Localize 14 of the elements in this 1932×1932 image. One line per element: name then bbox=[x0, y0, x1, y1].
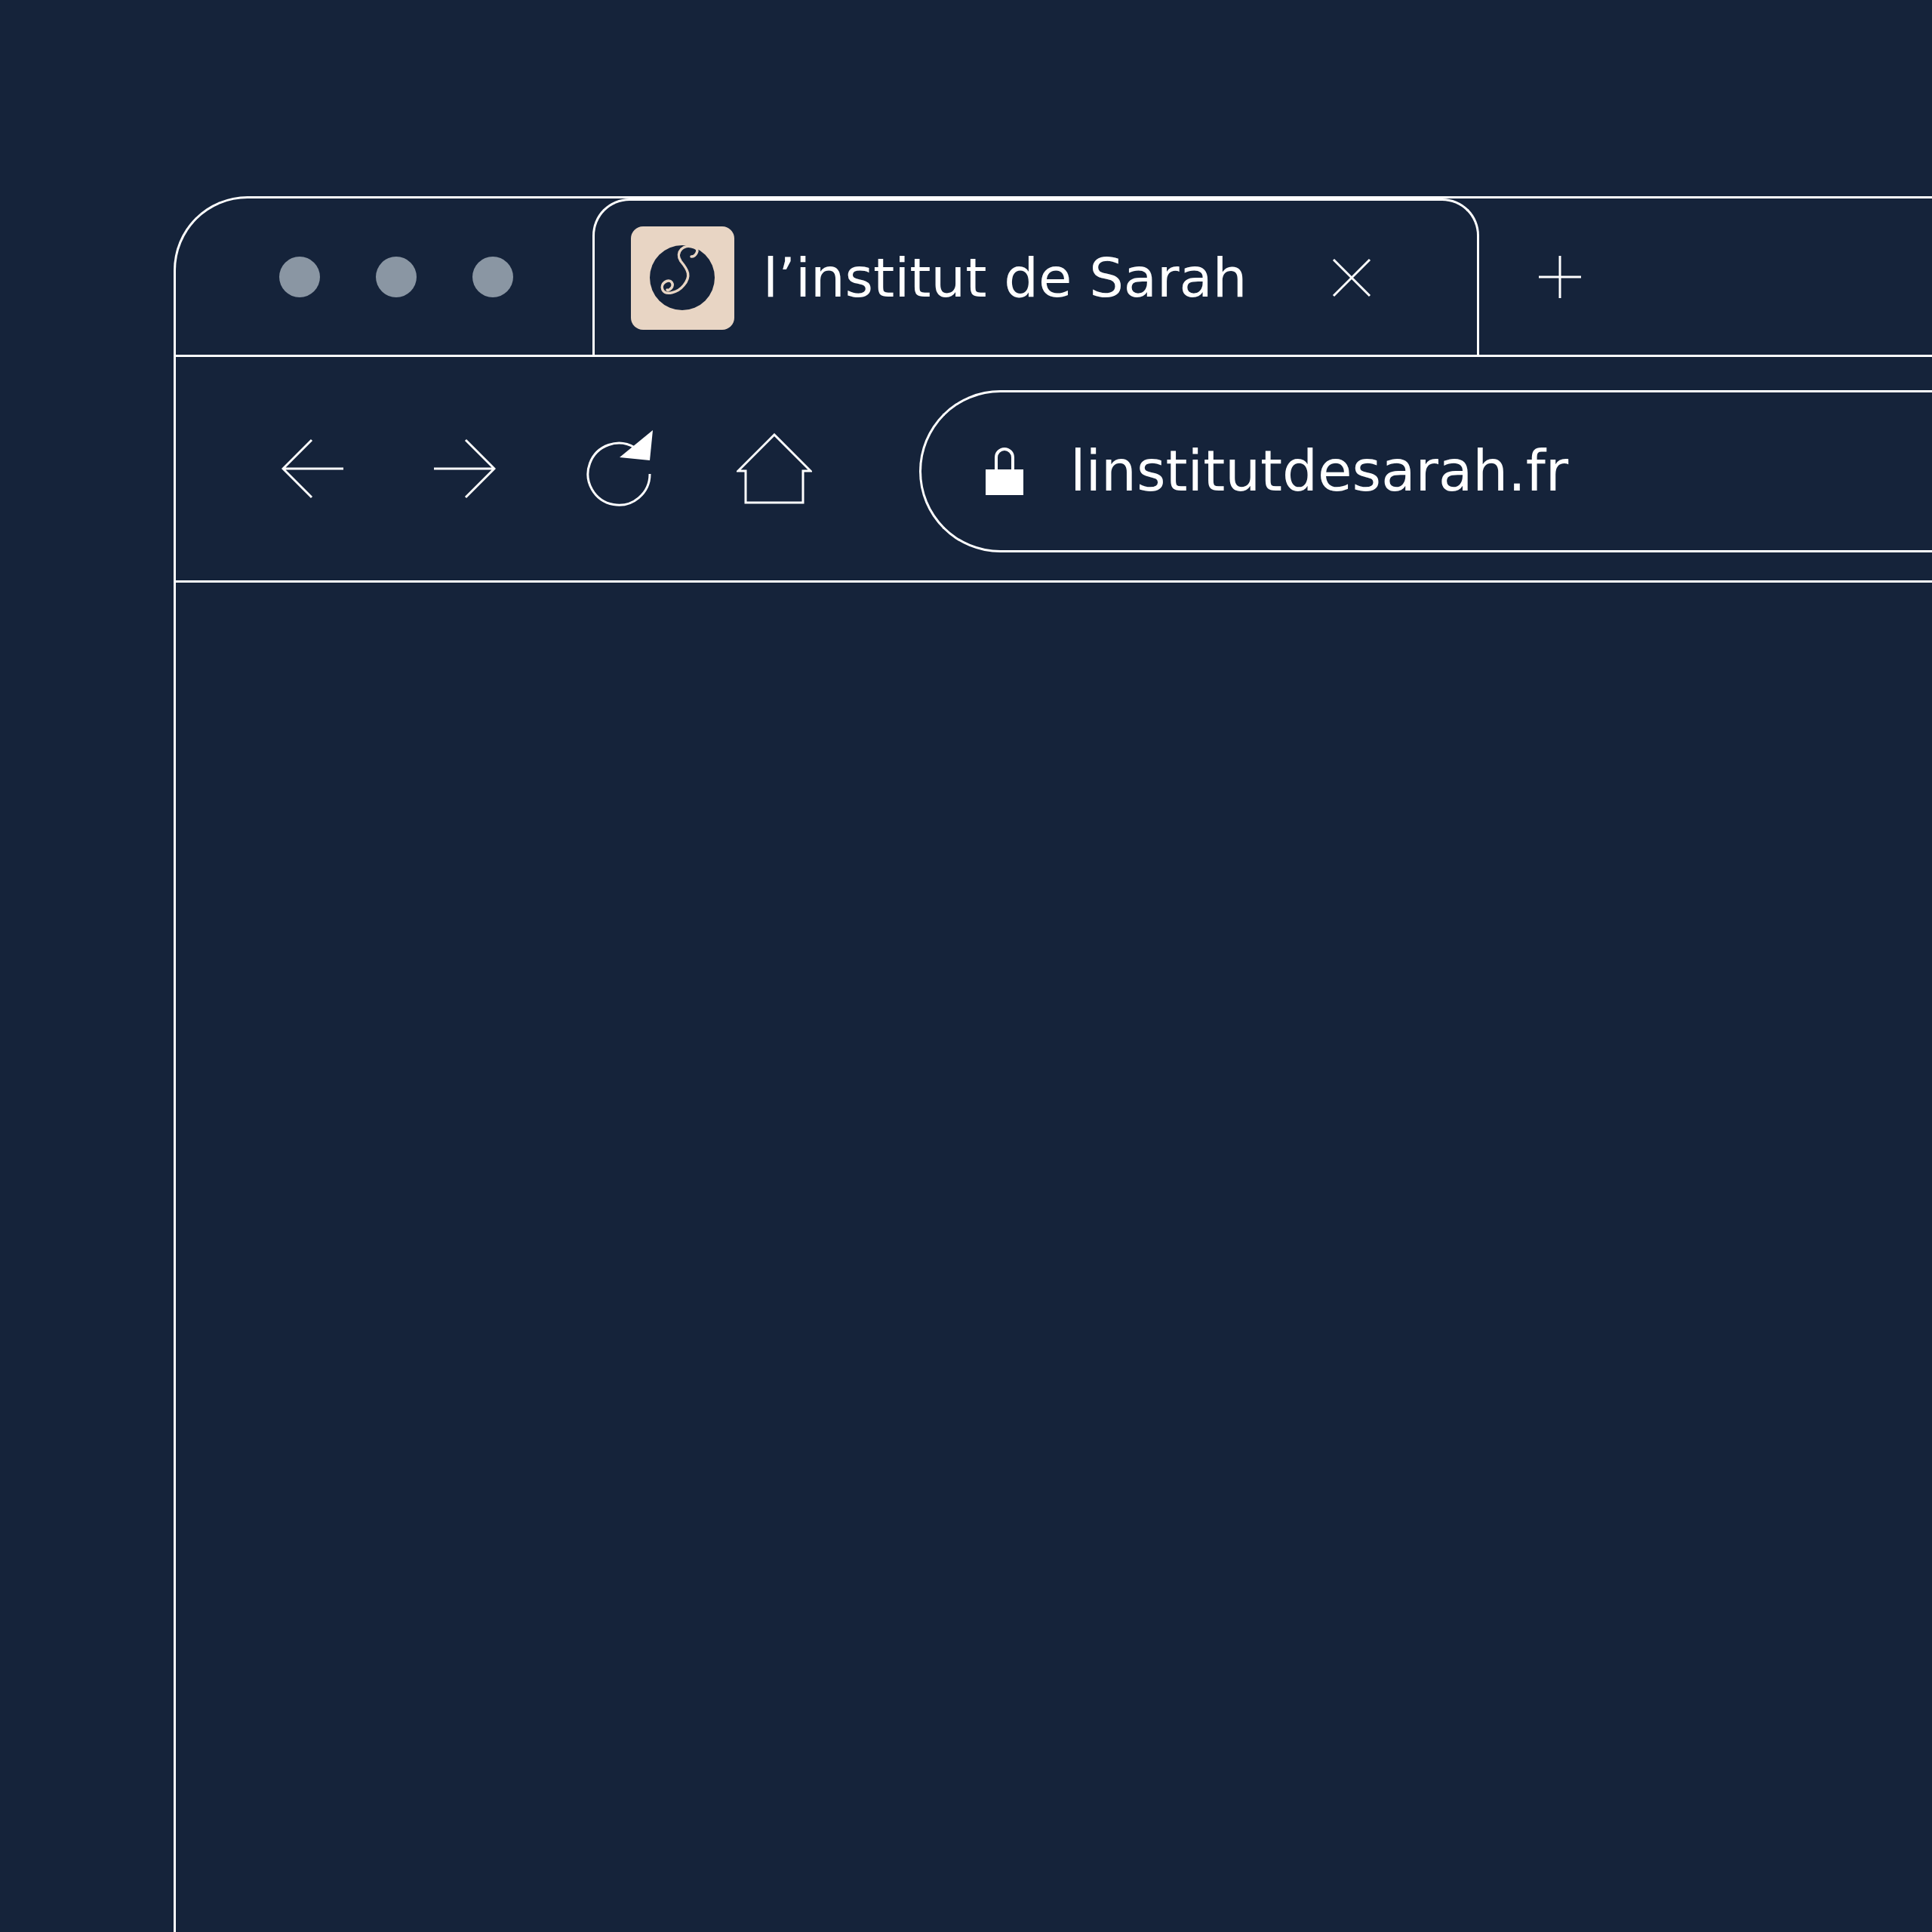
browser-tab[interactable]: l’institut de Sarah bbox=[592, 198, 1479, 355]
forward-arrow-icon[interactable] bbox=[434, 438, 496, 499]
url-text: linstitutdesarah.fr bbox=[1070, 438, 1569, 503]
new-tab-icon[interactable] bbox=[1539, 255, 1581, 298]
home-icon[interactable] bbox=[737, 433, 812, 504]
window-control-dot[interactable] bbox=[376, 256, 417, 297]
close-icon[interactable] bbox=[1332, 258, 1371, 297]
tab-title: l’institut de Sarah bbox=[763, 246, 1248, 309]
window-control-dot[interactable] bbox=[472, 256, 513, 297]
window-control-dot[interactable] bbox=[279, 256, 320, 297]
logo-icon bbox=[631, 226, 734, 330]
reload-icon[interactable] bbox=[586, 430, 653, 507]
address-bar[interactable]: linstitutdesarah.fr bbox=[919, 389, 1932, 552]
back-arrow-icon[interactable] bbox=[281, 438, 343, 499]
